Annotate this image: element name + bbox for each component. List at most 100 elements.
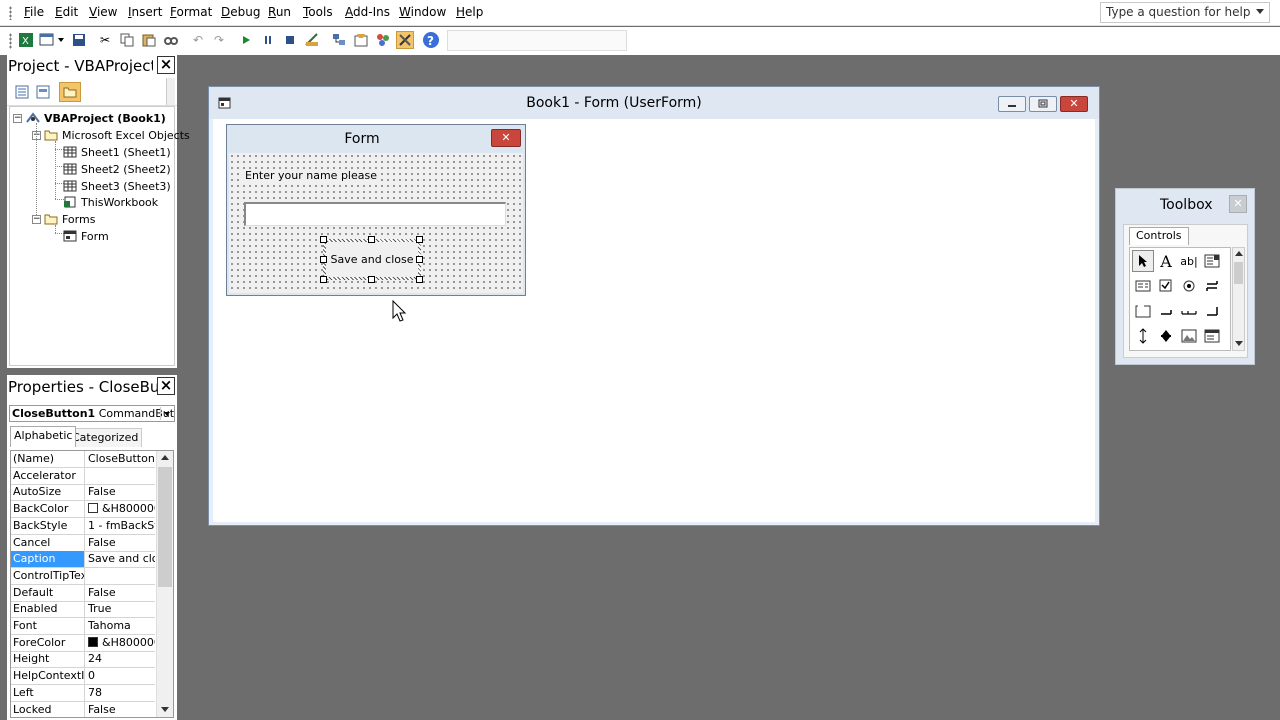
property-row[interactable]: Enabled True bbox=[11, 601, 155, 619]
break-icon[interactable] bbox=[259, 31, 277, 49]
project-toolbar-overflow[interactable] bbox=[166, 78, 175, 105]
insert-userform-icon[interactable] bbox=[38, 31, 56, 49]
find-icon[interactable] bbox=[162, 31, 180, 49]
properties-close-icon[interactable]: × bbox=[157, 377, 175, 395]
tree-item-forms[interactable]: Forms bbox=[44, 211, 95, 227]
resize-handle-br[interactable] bbox=[416, 276, 423, 283]
menu-window[interactable]: Window bbox=[399, 5, 446, 19]
minimize-icon[interactable] bbox=[998, 96, 1026, 112]
scroll-thumb[interactable] bbox=[158, 467, 172, 587]
toolbox-icon[interactable] bbox=[396, 31, 414, 49]
property-value[interactable]: 24 bbox=[86, 651, 155, 667]
save-icon[interactable] bbox=[70, 31, 88, 49]
resize-handle-b[interactable] bbox=[368, 276, 375, 283]
multipage-icon[interactable] bbox=[1201, 300, 1223, 322]
view-code-icon[interactable] bbox=[13, 83, 31, 101]
scroll-down-icon[interactable] bbox=[161, 707, 169, 712]
property-value[interactable]: False bbox=[86, 585, 155, 601]
resize-handle-tl[interactable] bbox=[320, 236, 327, 243]
save-and-close-button[interactable]: Save and close bbox=[326, 242, 418, 277]
toolbox-scroll-down-icon[interactable] bbox=[1235, 341, 1243, 346]
property-row[interactable]: Cancel False bbox=[11, 534, 155, 552]
property-row[interactable]: BackStyle1 - fmBackStyle bbox=[11, 517, 155, 535]
toolbox-scrollbar[interactable] bbox=[1232, 247, 1245, 351]
property-value[interactable]: False bbox=[86, 702, 155, 718]
label-icon[interactable]: A bbox=[1155, 250, 1177, 272]
paste-icon[interactable] bbox=[140, 31, 158, 49]
copy-icon[interactable] bbox=[118, 31, 136, 49]
menubar-grip[interactable] bbox=[9, 6, 12, 20]
tree-item-sheet3[interactable]: Sheet3 (Sheet3) bbox=[63, 178, 171, 194]
property-value[interactable]: Save and close bbox=[86, 551, 155, 567]
toggle-folders-icon[interactable] bbox=[59, 82, 81, 102]
help-search-box[interactable]: Type a question for help bbox=[1100, 2, 1270, 23]
expander-forms[interactable]: − bbox=[32, 215, 41, 224]
project-explorer-icon[interactable] bbox=[330, 31, 348, 49]
toolbox-scroll-up-icon[interactable] bbox=[1235, 251, 1243, 256]
property-row[interactable]: BackColor&H8000000 bbox=[11, 501, 155, 519]
commandbutton-icon[interactable] bbox=[1155, 300, 1177, 322]
property-row[interactable]: Height 24 bbox=[11, 651, 155, 669]
menu-format[interactable]: Format bbox=[170, 5, 212, 19]
design-window-titlebar[interactable]: Book1 - Form (UserForm) ✕ bbox=[209, 87, 1099, 119]
combobox-icon[interactable] bbox=[1201, 250, 1223, 272]
userform-titlebar[interactable]: Form ✕ bbox=[227, 125, 525, 153]
name-label[interactable]: Enter your name please bbox=[243, 169, 379, 182]
frame-icon[interactable] bbox=[1132, 300, 1154, 322]
scrollbar-icon[interactable] bbox=[1132, 325, 1154, 347]
undo-icon[interactable]: ↶ bbox=[189, 31, 207, 49]
property-row[interactable]: CaptionSave and close bbox=[11, 551, 155, 569]
tab-controls[interactable]: Controls bbox=[1129, 227, 1189, 245]
tree-item-vbaproject[interactable]: VBAProject (Book1) bbox=[26, 110, 166, 126]
image-icon[interactable] bbox=[1178, 325, 1200, 347]
property-value[interactable]: &H8000000 bbox=[86, 501, 155, 517]
resize-handle-r[interactable] bbox=[416, 256, 423, 263]
property-value[interactable]: False bbox=[86, 535, 155, 551]
property-value[interactable]: Tahoma bbox=[86, 618, 155, 634]
tree-item-excel-objects[interactable]: Microsoft Excel Objects bbox=[44, 127, 190, 143]
property-row[interactable]: Default False bbox=[11, 584, 155, 602]
view-object-icon[interactable] bbox=[34, 83, 52, 101]
property-row[interactable]: Left 78 bbox=[11, 684, 155, 702]
property-value[interactable]: CloseButton1 bbox=[86, 451, 155, 467]
property-value[interactable]: &H8000001 bbox=[86, 635, 155, 651]
property-value[interactable] bbox=[86, 468, 155, 484]
tree-item-thisworkbook[interactable]: ThisWorkbook bbox=[63, 194, 158, 210]
menu-edit[interactable]: Edit bbox=[55, 5, 78, 19]
menu-help[interactable]: Help bbox=[456, 5, 483, 19]
menu-view[interactable]: View bbox=[89, 5, 117, 19]
reset-icon[interactable] bbox=[281, 31, 299, 49]
tree-item-form[interactable]: Form bbox=[63, 228, 109, 244]
toolbox-scroll-thumb[interactable] bbox=[1234, 262, 1243, 284]
tab-categorized[interactable]: Categorized bbox=[68, 428, 143, 447]
property-row[interactable]: (Name) CloseButton1 bbox=[11, 451, 155, 468]
checkbox-icon[interactable] bbox=[1155, 275, 1177, 297]
property-value[interactable]: True bbox=[86, 601, 155, 617]
object-browser-icon[interactable] bbox=[374, 31, 392, 49]
tabstrip-icon[interactable] bbox=[1178, 300, 1200, 322]
toolbar-grip[interactable] bbox=[9, 33, 12, 49]
tab-alphabetic[interactable]: Alphabetic bbox=[10, 426, 77, 447]
tree-item-sheet1[interactable]: Sheet1 (Sheet1) bbox=[63, 144, 171, 160]
property-value[interactable]: 1 - fmBackStyle bbox=[86, 518, 155, 534]
selected-control-frame[interactable]: Save and close bbox=[323, 239, 421, 280]
menu-tools[interactable]: Tools bbox=[303, 5, 333, 19]
excel-icon[interactable]: X bbox=[17, 31, 35, 49]
resize-handle-tr[interactable] bbox=[416, 236, 423, 243]
property-value[interactable]: 0 bbox=[86, 668, 155, 684]
menu-insert[interactable]: Insert bbox=[128, 5, 162, 19]
refedit-icon[interactable] bbox=[1201, 325, 1223, 347]
help-icon[interactable]: ? bbox=[422, 31, 440, 49]
project-close-icon[interactable]: × bbox=[157, 56, 175, 74]
property-row[interactable]: HelpContextID 0 bbox=[11, 668, 155, 686]
property-row[interactable]: ControlTipText bbox=[11, 567, 155, 585]
menu-debug[interactable]: Debug bbox=[221, 5, 260, 19]
menu-add-ins[interactable]: Add-Ins bbox=[345, 5, 390, 19]
property-grid-scrollbar[interactable] bbox=[156, 451, 173, 717]
property-row[interactable]: Accelerator bbox=[11, 467, 155, 485]
property-value[interactable] bbox=[86, 568, 155, 584]
expander-vbaproject[interactable]: − bbox=[13, 114, 22, 123]
property-row[interactable]: AutoSize False bbox=[11, 484, 155, 502]
dropdown-arrow-icon[interactable] bbox=[56, 31, 66, 49]
spinbutton-icon[interactable] bbox=[1155, 325, 1177, 347]
